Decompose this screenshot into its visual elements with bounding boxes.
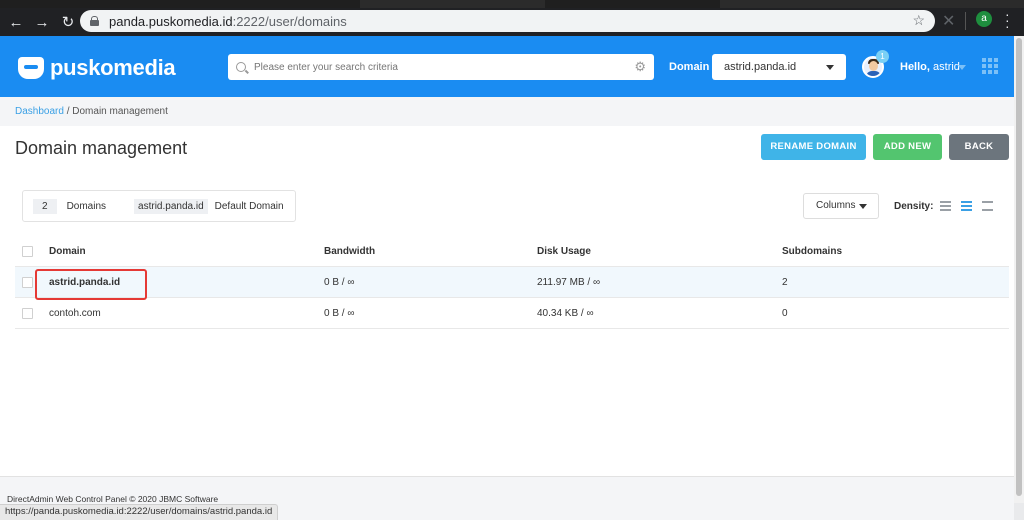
browser-menu-icon[interactable]: · · · <box>1005 7 1010 33</box>
subdomains-cell: 0 <box>782 308 788 319</box>
density-label: Density: <box>894 201 934 212</box>
apps-grid-icon[interactable] <box>982 58 998 74</box>
density-comfortable-icon[interactable] <box>982 201 993 211</box>
domains-table: Domain Bandwidth Disk Usage Subdomains a… <box>15 236 1009 329</box>
bookmark-star-icon[interactable]: ☆ <box>912 12 925 29</box>
logo-icon <box>18 57 44 79</box>
domain-summary: 2 Domains astrid.panda.id Default Domain <box>22 190 296 222</box>
subdomains-cell: 2 <box>782 277 788 288</box>
search-input[interactable] <box>254 61 634 73</box>
user-greeting[interactable]: Hello, astrid <box>900 61 960 73</box>
disk-usage-cell: 211.97 MB / ∞ <box>537 277 601 288</box>
select-all-checkbox[interactable] <box>22 246 33 257</box>
breadcrumb-dashboard-link[interactable]: Dashboard <box>15 106 64 117</box>
forward-arrow-icon[interactable]: → <box>29 9 55 35</box>
scrollbar-thumb[interactable] <box>1016 38 1022 496</box>
default-domain-value: astrid.panda.id <box>134 198 208 214</box>
table-header-row: Domain Bandwidth Disk Usage Subdomains <box>15 236 1009 267</box>
domain-select-value: astrid.panda.id <box>724 61 797 73</box>
breadcrumb-current: Domain management <box>72 106 168 117</box>
density-normal-icon[interactable] <box>961 201 972 211</box>
bandwidth-cell: 0 B / ∞ <box>324 277 355 288</box>
table-row[interactable]: contoh.com 0 B / ∞ 40.34 KB / ∞ 0 <box>15 298 1009 329</box>
bandwidth-cell: 0 B / ∞ <box>324 308 355 319</box>
lock-icon <box>90 16 99 26</box>
url-text: panda.puskomedia.id:2222/user/domains <box>109 13 347 29</box>
extension-x-icon[interactable]: ✕ <box>942 11 955 31</box>
chevron-down-icon <box>859 204 867 209</box>
domain-count: 2 <box>33 198 57 214</box>
search-icon <box>236 62 246 72</box>
profile-avatar[interactable]: a <box>976 11 992 27</box>
domain-count-label: Domains <box>66 200 107 212</box>
address-bar[interactable]: panda.puskomedia.id:2222/user/domains ☆ <box>80 10 935 32</box>
column-header-domain[interactable]: Domain <box>49 246 86 257</box>
columns-label: Columns <box>816 200 856 211</box>
disk-usage-cell: 40.34 KB / ∞ <box>537 308 594 319</box>
logo-text: puskomedia <box>50 55 176 80</box>
avatar-head <box>869 61 878 71</box>
domain-link[interactable]: contoh.com <box>49 308 101 319</box>
footer-copyright: DirectAdmin Web Control Panel © 2020 JBM… <box>7 494 219 504</box>
breadcrumb: Dashboard / Domain management <box>0 97 1014 126</box>
browser-tab[interactable] <box>360 0 545 8</box>
main-content: Domain management RENAME DOMAIN ADD NEW … <box>0 126 1014 476</box>
annotation-highlight-box <box>35 269 147 300</box>
back-button[interactable]: BACK <box>949 134 1009 160</box>
search-box[interactable]: ⚙ <box>228 54 654 80</box>
brand-logo[interactable]: puskomedia <box>18 55 176 81</box>
chevron-down-icon[interactable] <box>958 65 966 70</box>
browser-toolbar: ← → ↻ panda.puskomedia.id:2222/user/doma… <box>0 8 1024 36</box>
app-header: puskomedia ⚙ Domain astrid.panda.id 1 He… <box>0 36 1014 97</box>
columns-dropdown[interactable]: Columns <box>803 193 879 219</box>
column-header-bandwidth[interactable]: Bandwidth <box>324 246 375 257</box>
notification-badge[interactable]: 1 <box>876 50 889 63</box>
column-header-disk-usage[interactable]: Disk Usage <box>537 246 591 257</box>
domain-label: Domain <box>669 61 710 73</box>
default-domain-label: Default Domain <box>214 200 284 212</box>
rename-domain-button[interactable]: RENAME DOMAIN <box>761 134 866 160</box>
table-row[interactable]: astrid.panda.id 0 B / ∞ 211.97 MB / ∞ 2 <box>15 267 1009 300</box>
density-compact-icon[interactable] <box>940 201 951 211</box>
breadcrumb-separator: / <box>66 106 70 117</box>
add-new-button[interactable]: ADD NEW <box>873 134 942 160</box>
reload-icon[interactable]: ↻ <box>55 9 81 35</box>
row-checkbox[interactable] <box>22 308 33 319</box>
avatar-body <box>866 71 881 76</box>
domain-select[interactable]: astrid.panda.id <box>712 54 846 80</box>
status-bar-url: https://panda.puskomedia.id:2222/user/do… <box>0 504 279 520</box>
toolbar-divider <box>965 12 966 30</box>
browser-tab[interactable] <box>720 0 1024 8</box>
page-title: Domain management <box>15 138 188 158</box>
row-checkbox[interactable] <box>22 277 33 288</box>
back-arrow-icon[interactable]: ← <box>3 9 29 35</box>
chevron-down-icon <box>826 65 834 70</box>
gear-icon[interactable]: ⚙ <box>634 59 646 75</box>
column-header-subdomains[interactable]: Subdomains <box>782 246 842 257</box>
